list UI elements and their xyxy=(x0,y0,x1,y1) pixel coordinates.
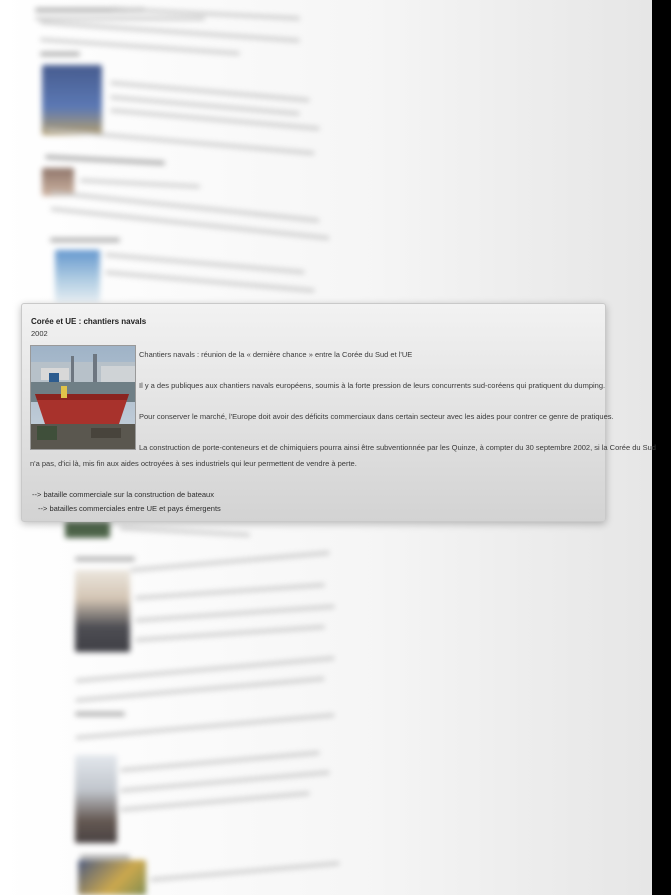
shipyard-photo xyxy=(30,345,136,450)
article-popup: Corée et UE : chantiers navals 2002 Chan… xyxy=(21,303,656,522)
link-bataille-construction-bateaux[interactable]: --> bataille commerciale sur la construc… xyxy=(32,490,214,499)
popup-paragraph: Chantiers navals : réunion de la « derni… xyxy=(139,350,413,359)
popup-year: 2002 xyxy=(31,329,48,338)
popup-paragraph: La construction de porte-conteneurs et d… xyxy=(139,443,656,452)
popup-title: Corée et UE : chantiers navals xyxy=(31,317,147,326)
link-batailles-ue-pays-emergents[interactable]: --> batailles commerciales entre UE et p… xyxy=(38,504,221,513)
popup-paragraph: n'a pas, d'ici là, mis fin aux aides oct… xyxy=(30,459,357,468)
popup-paragraph: Pour conserver le marché, l'Europe doit … xyxy=(139,412,614,421)
popup-paragraph: Il y a des publiques aux chantiers naval… xyxy=(139,381,606,390)
